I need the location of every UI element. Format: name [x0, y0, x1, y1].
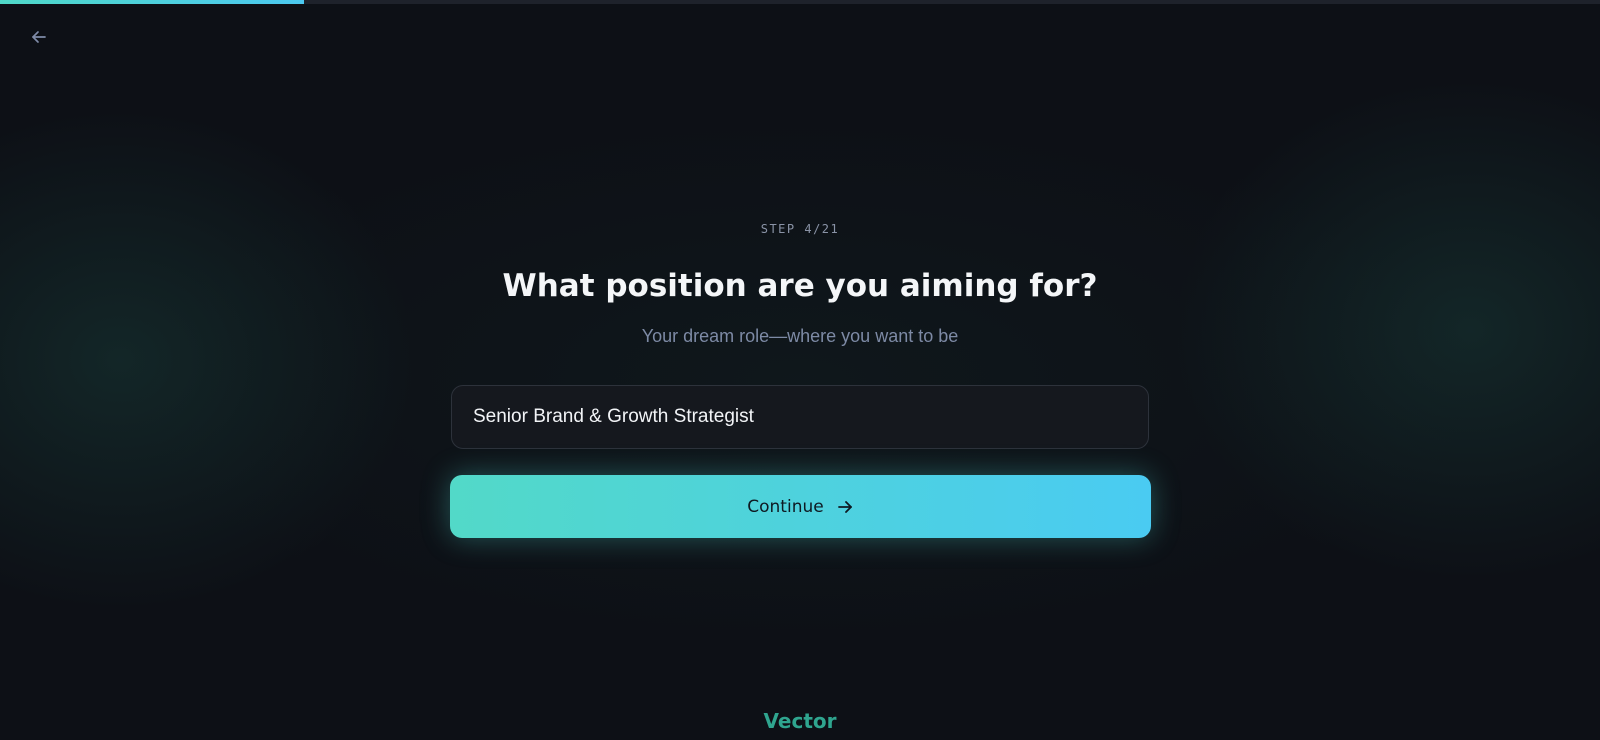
- continue-button[interactable]: Continue: [450, 475, 1151, 538]
- page-subtitle: Your dream role—where you want to be: [641, 326, 959, 346]
- brand-logo: Vector: [763, 709, 837, 733]
- page-title: What position are you aiming for?: [502, 268, 1098, 304]
- step-indicator: STEP 4/21: [760, 222, 840, 236]
- position-input[interactable]: [451, 385, 1149, 449]
- arrow-right-icon: [836, 498, 854, 516]
- continue-button-label: Continue: [747, 496, 824, 517]
- onboarding-step: STEP 4/21 What position are you aiming f…: [0, 0, 1600, 740]
